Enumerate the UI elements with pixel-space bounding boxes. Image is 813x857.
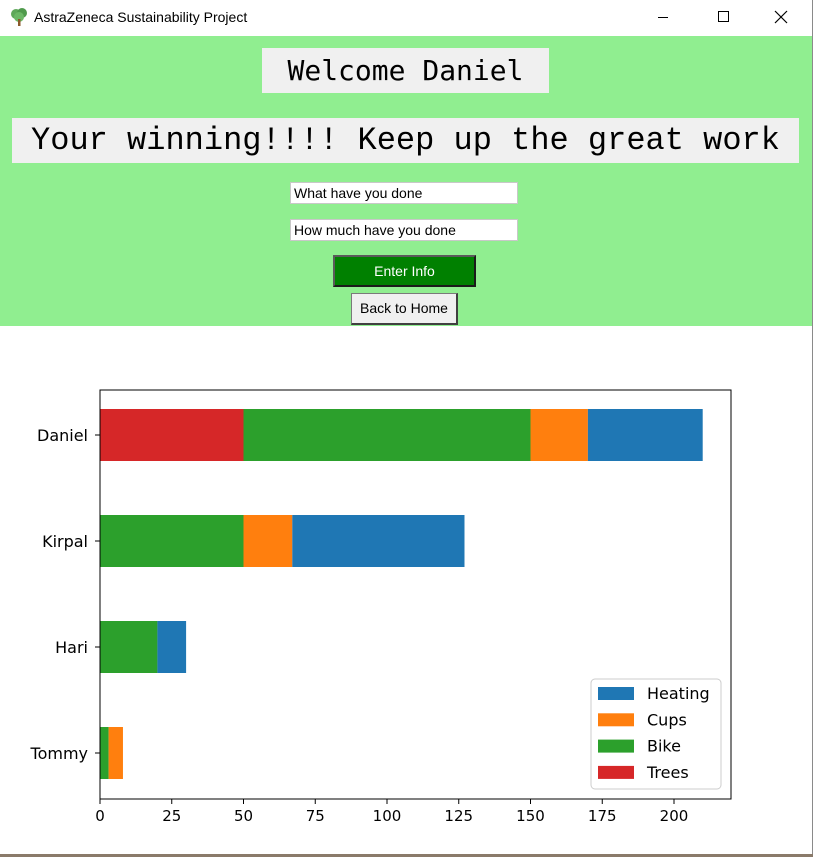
y-tick-label: Hari <box>55 638 88 657</box>
amount-input[interactable] <box>290 219 518 241</box>
chart-legend: Heating Cups Bike Trees <box>590 678 722 790</box>
bar-bike-tommy <box>100 727 109 779</box>
x-tick-label: 125 <box>444 807 473 825</box>
x-tick-label: 200 <box>660 807 689 825</box>
bar-cups-kirpal <box>243 515 293 567</box>
bar-trees-daniel <box>100 409 244 461</box>
maximize-icon <box>718 11 729 22</box>
x-tick-label: 150 <box>516 807 545 825</box>
bar-heating-daniel <box>587 409 703 461</box>
legend-swatch-trees <box>598 765 634 779</box>
legend-swatch-cups <box>598 713 634 727</box>
back-to-home-button[interactable]: Back to Home <box>351 293 458 325</box>
close-button[interactable] <box>759 0 805 34</box>
maximize-button[interactable] <box>700 0 746 34</box>
bar-bike-kirpal <box>100 515 244 567</box>
bar-cups-daniel <box>530 409 588 461</box>
minimize-icon <box>658 17 668 18</box>
bar-bike-hari <box>100 621 158 673</box>
legend-label-cups: Cups <box>647 710 687 729</box>
legend-label-trees: Trees <box>646 763 689 782</box>
welcome-label: Welcome Daniel <box>262 48 549 93</box>
x-tick-label: 25 <box>162 807 181 825</box>
bar-heating-hari <box>157 621 187 673</box>
activity-input[interactable] <box>290 182 518 204</box>
legend-label-heating: Heating <box>647 684 710 703</box>
window-title: AstraZeneca Sustainability Project <box>34 9 248 25</box>
y-tick-label: Tommy <box>30 744 88 763</box>
legend-swatch-heating <box>598 687 634 700</box>
tree-icon <box>11 8 27 26</box>
bar-cups-tommy <box>108 727 123 779</box>
x-tick-label: 175 <box>588 807 617 825</box>
bar-bike-daniel <box>243 409 531 461</box>
status-message: Your winning!!!! Keep up the great work <box>12 118 799 163</box>
x-tick-label: 0 <box>95 807 105 825</box>
x-tick-label: 100 <box>373 807 402 825</box>
points-bar-chart: 0 25 50 75 100 125 150 175 200 Tommy Hari Kirpal Da… <box>30 389 732 825</box>
y-axis: Tommy Hari Kirpal Daniel <box>30 426 100 763</box>
y-tick-label: Daniel <box>37 426 88 445</box>
minimize-button[interactable] <box>630 0 676 34</box>
legend-label-bike: Bike <box>647 737 681 756</box>
legend-swatch-bike <box>598 739 634 753</box>
bar-heating-kirpal <box>292 515 465 567</box>
x-tick-label: 50 <box>234 807 253 825</box>
title-bar[interactable]: AstraZeneca Sustainability Project <box>0 0 813 36</box>
x-axis: 0 25 50 75 100 125 150 175 200 <box>95 799 688 825</box>
enter-info-button[interactable]: Enter Info <box>333 255 476 287</box>
close-icon <box>774 10 788 24</box>
y-tick-label: Kirpal <box>42 532 88 551</box>
app-window: AstraZeneca Sustainability Project Welco… <box>0 0 813 857</box>
x-tick-label: 75 <box>306 807 325 825</box>
